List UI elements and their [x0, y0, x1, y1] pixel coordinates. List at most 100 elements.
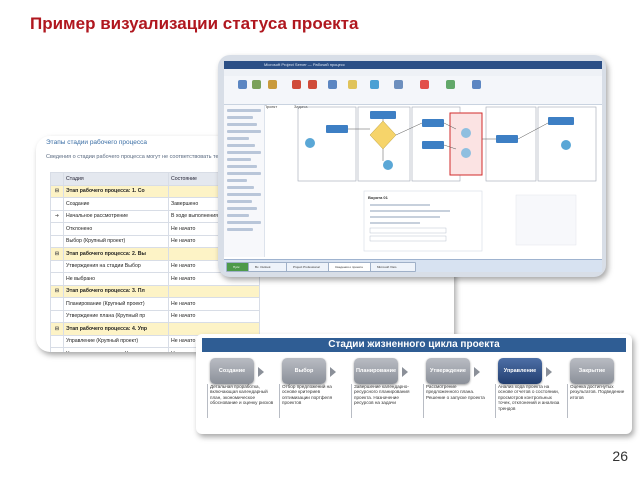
stage-description: Завершение календарно-ресурсного планиро… — [354, 384, 410, 406]
active-swimlane — [449, 112, 483, 176]
row-status-icon — [50, 197, 64, 211]
toolbar-icon[interactable] — [308, 80, 317, 89]
stage-divider — [351, 384, 352, 418]
lifecycle-card: Стадии жизненного цикла проекта Создание… — [196, 334, 632, 434]
toolbar-icon[interactable] — [472, 80, 481, 89]
lifecycle-stage[interactable]: Создание — [210, 358, 254, 384]
app-window: Microsoft Project Server — Рабочий проце… — [224, 61, 602, 272]
toolbar-icon[interactable] — [238, 80, 247, 89]
toolbar-icon[interactable] — [348, 80, 357, 89]
taskbar-button[interactable]: Вх. Outlook — [248, 262, 290, 272]
stage-divider — [279, 384, 280, 418]
toolbar-icon[interactable] — [420, 80, 429, 89]
table-row[interactable]: Планирование (Крупный проект) Не начато — [50, 297, 260, 311]
state-cell: Не начато — [168, 297, 260, 311]
workflow-step[interactable] — [422, 141, 444, 149]
stage-cell: Этап рабочего процесса: 2. Вы — [63, 247, 169, 261]
collapse-icon[interactable]: ⊟ — [50, 322, 64, 336]
toolbar-icon[interactable] — [370, 80, 379, 89]
table-description: Сведения о стадии рабочего процесса могу… — [46, 154, 224, 160]
toolbar-icon[interactable] — [446, 80, 455, 89]
table-caption: Этапы стадии рабочего процесса — [46, 139, 148, 146]
lifecycle-stage[interactable]: Закрытие проекта — [570, 358, 614, 400]
workflow-step[interactable] — [422, 119, 444, 127]
column-header[interactable]: Стадия — [63, 172, 169, 186]
lifecycle-stage[interactable]: Планирование — [354, 358, 398, 384]
stage-cell: Утверждения на стадии Выбор — [63, 259, 169, 273]
window-title: Microsoft Project Server — Рабочий проце… — [264, 62, 345, 67]
ribbon: Файл Проект Задача — [224, 76, 602, 109]
stage-divider — [207, 384, 208, 418]
side-panel — [515, 194, 577, 246]
row-status-icon — [50, 309, 64, 323]
stage-cell: Этап рабочего процесса: 1. Co — [63, 184, 169, 198]
toolbar-icon[interactable] — [252, 80, 261, 89]
collapse-icon[interactable]: ⊟ — [50, 184, 64, 198]
collapse-icon[interactable]: ⊟ — [50, 284, 64, 298]
chevron-right-icon — [258, 367, 264, 377]
chevron-right-icon — [474, 367, 480, 377]
state-cell — [168, 284, 260, 298]
stage-cell: Планирование (Крупный проект) — [63, 297, 169, 311]
menu-bar — [224, 69, 602, 76]
chevron-right-icon — [402, 367, 408, 377]
swimlane — [485, 106, 537, 182]
panel-field[interactable] — [369, 227, 447, 234]
user-icon — [305, 138, 315, 148]
taskbar-button[interactable]: Сведения о проекте — [328, 262, 374, 272]
panel-line — [370, 216, 440, 218]
row-status-icon: ➜ — [50, 209, 64, 223]
user-icon — [461, 148, 471, 158]
stage-cell: Создание — [63, 197, 169, 211]
quick-launch-sidebar — [224, 105, 265, 257]
stage-description: Рассмотрение предложенного плана. Решени… — [426, 384, 485, 400]
project-server-screenshot: Microsoft Project Server — Рабочий проце… — [218, 55, 606, 277]
stage-description: Отбор предложений на основе критериев оп… — [282, 384, 333, 406]
lifecycle-stage[interactable]: Выбор — [282, 358, 326, 384]
collapse-icon[interactable]: ⊟ — [50, 247, 64, 261]
workflow-step[interactable] — [496, 135, 518, 143]
toolbar-icon[interactable] — [328, 80, 337, 89]
window-titlebar: Microsoft Project Server — Рабочий проце… — [224, 61, 602, 69]
stage-cell: Отклонено — [63, 222, 169, 236]
state-cell: Не начато — [168, 309, 260, 323]
gate-panel — [363, 190, 483, 252]
workflow-diagram-area: Ворота 01 — [266, 105, 600, 255]
stage-cell: Утверждения на стадии Управле — [63, 347, 169, 352]
row-status-icon — [50, 272, 64, 286]
stage-description: Оценка достигнутых результатов. Подведен… — [570, 384, 625, 400]
stage-cell: Управление (Крупный проект) — [63, 334, 169, 348]
stage-divider — [423, 384, 424, 418]
table-row[interactable]: Утверждение плана (Крупный пр Не начато — [50, 309, 260, 323]
stage-description: Детальная проработка, включающая календа… — [210, 384, 274, 406]
lifecycle-stage[interactable]: Управление — [498, 358, 542, 384]
windows-taskbar: Пуск Вх. Outlook Project Professional Св… — [224, 259, 602, 272]
stage-divider — [495, 384, 496, 418]
row-status-icon — [50, 234, 64, 248]
gate-panel-title: Ворота 01 — [368, 195, 389, 200]
toolbar-icon[interactable] — [268, 80, 277, 89]
stage-group-row[interactable]: ⊟ Этап рабочего процесса: 3. Пл — [50, 284, 260, 298]
workflow-diagram: Ворота 01 — [297, 106, 597, 252]
panel-line — [370, 222, 420, 224]
row-status-icon — [50, 259, 64, 273]
lifecycle-stage[interactable]: Утверждение плана — [426, 358, 470, 400]
workflow-step[interactable] — [326, 125, 348, 133]
stage-cell: Этап рабочего процесса: 3. Пл — [63, 284, 169, 298]
toolbar-icon[interactable] — [292, 80, 301, 89]
decision-node[interactable] — [369, 120, 397, 150]
toolbar-icon[interactable] — [394, 80, 403, 89]
panel-field[interactable] — [369, 235, 447, 242]
user-icon — [383, 160, 393, 170]
stage-divider — [567, 384, 568, 418]
taskbar-button[interactable]: Microsoft Visio — [370, 262, 416, 272]
workflow-step[interactable] — [548, 117, 574, 125]
stage-description: Анализ хода проекта на основе отчетов о … — [498, 384, 560, 411]
panel-line — [370, 204, 430, 206]
panel-line — [370, 210, 450, 212]
taskbar-button[interactable]: Project Professional — [286, 262, 332, 272]
workflow-step[interactable] — [370, 111, 396, 119]
user-icon — [561, 140, 571, 150]
lifecycle-title: Стадии жизненного цикла проекта — [202, 338, 626, 352]
row-status-icon — [50, 334, 64, 348]
